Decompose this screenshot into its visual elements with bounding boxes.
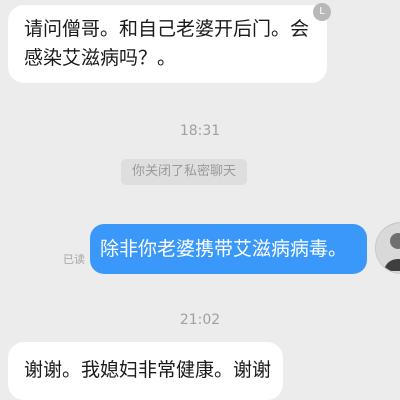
incoming-message-bubble[interactable]: 谢谢。我媳妇非常健康。谢谢 xyxy=(8,342,283,400)
message-text: 谢谢。我媳妇非常健康。谢谢 xyxy=(24,359,272,381)
user-avatar[interactable] xyxy=(375,222,400,274)
chat-window: 请问僧哥。和自己老婆开后门。会 感染艾滋病吗？。 L 18:31 你关闭了私密聊… xyxy=(0,0,400,400)
outgoing-message-bubble[interactable]: 除非你老婆携带艾滋病病毒。 xyxy=(90,224,367,274)
system-notice: 你关闭了私密聊天 xyxy=(121,159,247,185)
avatar-icon xyxy=(376,223,400,273)
message-line: 请问僧哥。和自己老婆开后门。会 xyxy=(24,18,310,40)
read-status-label: 已读 xyxy=(63,253,85,266)
incoming-message-bubble[interactable]: 请问僧哥。和自己老婆开后门。会 感染艾滋病吗？。 xyxy=(8,5,327,83)
timestamp: 21:02 xyxy=(179,312,221,328)
message-text: 除非你老婆携带艾滋病病毒。 xyxy=(100,238,348,260)
read-receipt-icon: L xyxy=(313,3,331,21)
message-line: 感染艾滋病吗？。 xyxy=(24,47,177,69)
timestamp: 18:31 xyxy=(179,123,221,139)
